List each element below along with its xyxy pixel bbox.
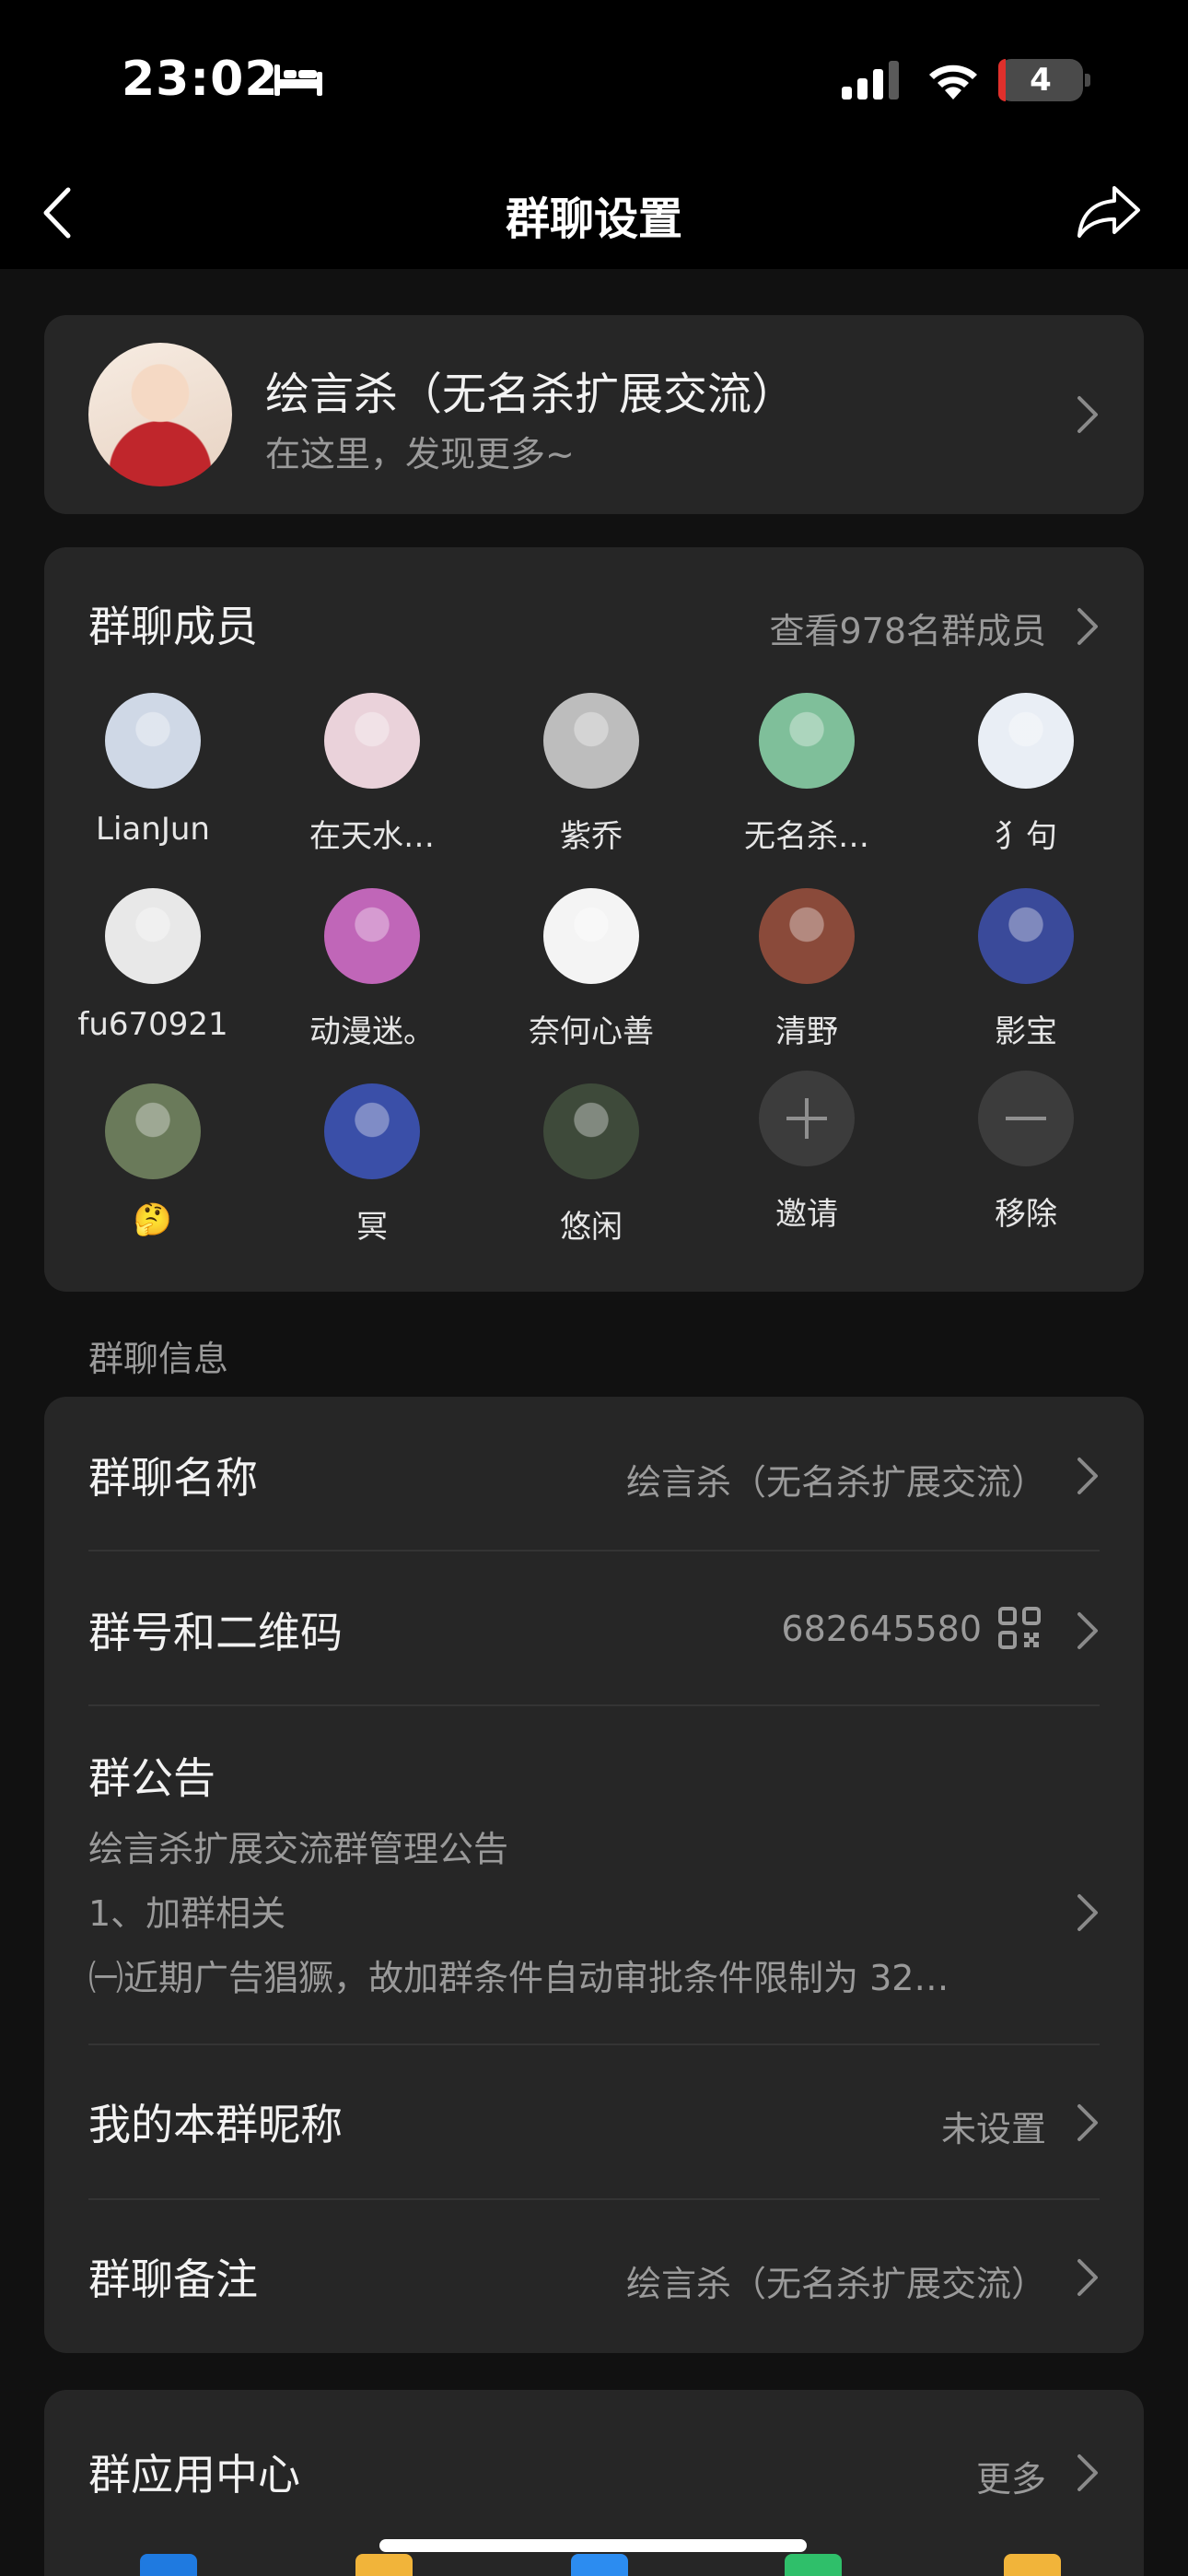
section-label-group-info: 群聊信息: [88, 1339, 229, 1379]
divider: [88, 2043, 1100, 2045]
member-item[interactable]: 动漫迷。: [271, 888, 473, 1051]
group-remark-label: 群聊备注: [88, 2254, 258, 2304]
member-name: 悠闲: [560, 1209, 623, 1246]
battery-cap: [1085, 74, 1090, 87]
avatar: [759, 693, 855, 789]
notice-line: 1、加群相关: [88, 1893, 286, 1934]
member-item[interactable]: 无名杀…: [705, 693, 908, 856]
group-id-label: 群号和二维码: [88, 1608, 343, 1657]
invite-member-button[interactable]: 邀请: [705, 1071, 908, 1234]
bed-icon: [274, 64, 322, 96]
group-name-label: 群聊名称: [88, 1453, 258, 1503]
status-bar: 23:02 4: [0, 0, 1188, 157]
qr-code-icon[interactable]: [998, 1607, 1041, 1649]
member-item[interactable]: 犭句: [925, 693, 1127, 856]
member-name: 影宝: [995, 1013, 1057, 1050]
wifi-icon: [929, 64, 977, 100]
group-avatar: [88, 343, 232, 486]
minus-icon: [978, 1071, 1074, 1166]
member-item[interactable]: 在天水…: [271, 693, 473, 856]
member-name: 🤔: [133, 1201, 173, 1238]
status-time: 23:02: [122, 52, 279, 107]
app-icon[interactable]: [140, 2554, 197, 2576]
app-icon[interactable]: [571, 2554, 628, 2576]
plus-icon: [759, 1071, 855, 1166]
member-name: LianJun: [96, 811, 210, 848]
chevron-right-icon: [1077, 396, 1098, 433]
folder-icon[interactable]: [355, 2554, 413, 2576]
group-name-value: 绘言杀（无名杀扩展交流）: [625, 1462, 1046, 1503]
home-indicator: [379, 2539, 807, 2552]
chevron-right-icon: [1077, 1612, 1098, 1649]
battery-indicator: 4: [998, 59, 1083, 101]
members-title: 群聊成员: [88, 602, 258, 651]
member-item[interactable]: LianJun: [52, 693, 254, 848]
avatar: [324, 888, 420, 984]
member-item[interactable]: fu670921: [52, 888, 254, 1043]
page-title: 群聊设置: [505, 193, 682, 245]
group-apps-title: 群应用中心: [88, 2450, 300, 2500]
group-id-value: 682645580: [781, 1609, 982, 1649]
member-name: 犭句: [995, 818, 1057, 855]
nav-bar: 群聊设置: [0, 157, 1188, 269]
member-name: 奈何心善: [529, 1013, 654, 1050]
avatar: [324, 1083, 420, 1179]
avatar: [759, 888, 855, 984]
apps-more-link[interactable]: 更多: [976, 2451, 1046, 2501]
avatar: [105, 693, 201, 789]
group-subtitle: 在这里，发现更多~: [265, 434, 575, 474]
avatar: [978, 693, 1074, 789]
app-icon[interactable]: [785, 2554, 842, 2576]
avatar: [978, 888, 1074, 984]
member-item[interactable]: 奈何心善: [490, 888, 693, 1051]
chevron-right-icon[interactable]: [1076, 606, 1100, 647]
member-name: 在天水…: [309, 818, 435, 855]
avatar: [543, 693, 639, 789]
group-notice-label: 群公告: [88, 1753, 215, 1803]
chevron-right-icon: [1077, 1458, 1098, 1494]
member-item[interactable]: 清野: [705, 888, 908, 1051]
notice-line: 绘言杀扩展交流群管理公告: [88, 1829, 509, 1869]
member-item[interactable]: 冥: [271, 1083, 473, 1247]
chevron-right-icon: [1077, 2259, 1098, 2296]
avatar: [324, 693, 420, 789]
group-profile-card[interactable]: 绘言杀（无名杀扩展交流） 在这里，发现更多~: [44, 315, 1144, 514]
view-all-members-link[interactable]: 查看978名群成员: [769, 603, 1046, 653]
remove-label: 移除: [995, 1196, 1057, 1233]
battery-level-text: 4: [1030, 62, 1052, 99]
member-name: 无名杀…: [744, 818, 869, 855]
invite-label: 邀请: [775, 1196, 838, 1233]
member-name: 冥: [356, 1209, 388, 1246]
member-item[interactable]: 🤔: [52, 1083, 254, 1238]
divider: [88, 1550, 1100, 1551]
notice-line: ㈠近期广告猖獗，故加群条件自动审批条件限制为 32…: [88, 1958, 949, 1998]
member-name: 紫乔: [560, 818, 623, 855]
member-item[interactable]: 悠闲: [490, 1083, 693, 1247]
remove-member-button[interactable]: 移除: [925, 1071, 1127, 1234]
group-remark-value: 绘言杀（无名杀扩展交流）: [625, 2264, 1046, 2304]
member-name: 清野: [775, 1013, 838, 1050]
signal-icon: [842, 61, 899, 100]
group-info-card: 群聊名称 绘言杀（无名杀扩展交流） 群号和二维码 682645580 群公告 绘…: [44, 1397, 1144, 2353]
avatar: [543, 888, 639, 984]
member-item[interactable]: 影宝: [925, 888, 1127, 1051]
divider: [88, 1704, 1100, 1706]
member-name: 动漫迷。: [309, 1013, 435, 1050]
member-name: fu670921: [77, 1006, 228, 1043]
chevron-right-icon: [1077, 2104, 1098, 2141]
chevron-right-icon: [1077, 1894, 1098, 1931]
chevron-right-icon[interactable]: [1076, 2453, 1100, 2493]
avatar: [105, 888, 201, 984]
members-card: 群聊成员 查看978名群成员 LianJun 在天水… 紫乔 无名杀… 犭句 fu6709…: [44, 547, 1144, 1292]
member-item[interactable]: 紫乔: [490, 693, 693, 856]
my-nickname-label: 我的本群昵称: [88, 2100, 343, 2149]
group-name: 绘言杀（无名杀扩展交流）: [265, 369, 797, 420]
clipboard-icon[interactable]: [1004, 2554, 1061, 2576]
avatar: [105, 1083, 201, 1179]
share-icon[interactable]: [1076, 181, 1142, 241]
my-nickname-value: 未设置: [940, 2109, 1046, 2149]
divider: [88, 2198, 1100, 2200]
avatar: [543, 1083, 639, 1179]
